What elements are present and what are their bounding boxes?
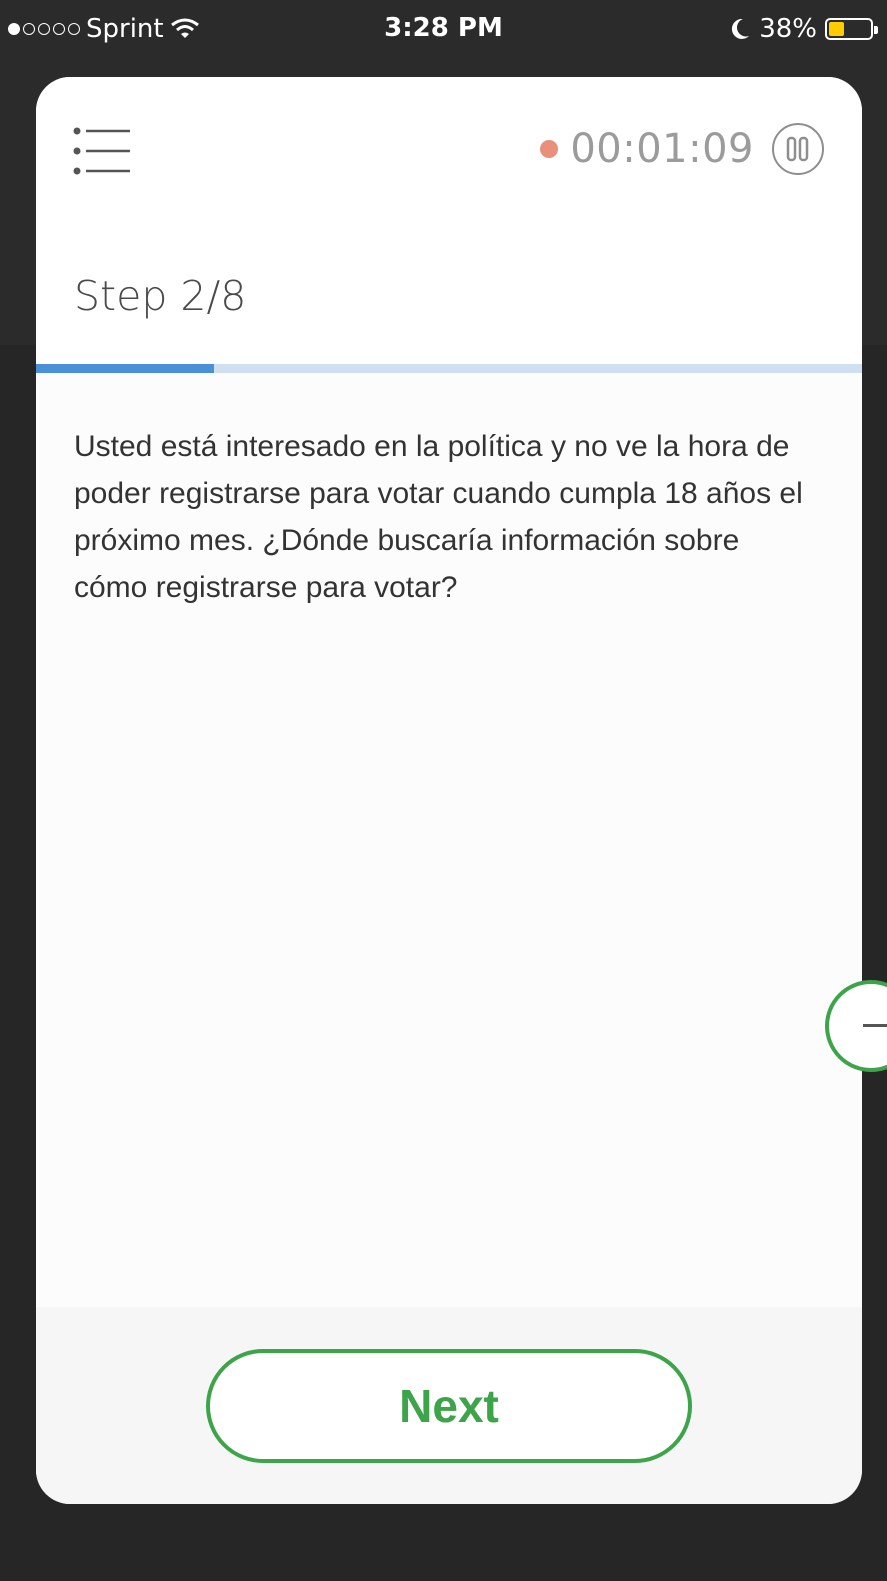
- modal-body: Usted está interesado en la política y n…: [36, 373, 862, 1307]
- step-indicator: Step 2/8: [74, 272, 247, 320]
- task-modal: 00:01:09 Step 2/8 Usted está interesado …: [36, 77, 862, 1504]
- menu-list-icon[interactable]: [72, 127, 132, 175]
- battery-percent: 38%: [759, 14, 817, 44]
- recording-timer: 00:01:09: [540, 123, 824, 175]
- battery-icon: [825, 18, 878, 40]
- progress-bar-fill: [36, 364, 214, 373]
- modal-header: 00:01:09 Step 2/8: [36, 77, 862, 365]
- battery-level: [829, 22, 845, 36]
- timer-text: 00:01:09: [570, 126, 754, 172]
- pause-button[interactable]: [772, 123, 824, 175]
- next-button[interactable]: Next: [206, 1349, 692, 1463]
- status-right: 38%: [729, 14, 878, 44]
- modal-footer: Next: [36, 1307, 862, 1504]
- pause-icon: [786, 136, 809, 162]
- recording-dot-icon: [540, 140, 559, 158]
- progress-bar: [36, 364, 862, 373]
- minus-icon: [863, 1024, 887, 1027]
- status-bar: Sprint 3:28 PM 38%: [0, 0, 887, 60]
- moon-icon: [732, 18, 750, 39]
- question-text: Usted está interesado en la política y n…: [74, 430, 803, 604]
- app-screen: Sprint 3:28 PM 38% 00:01:09 Step 2/8 Ust…: [0, 0, 887, 1581]
